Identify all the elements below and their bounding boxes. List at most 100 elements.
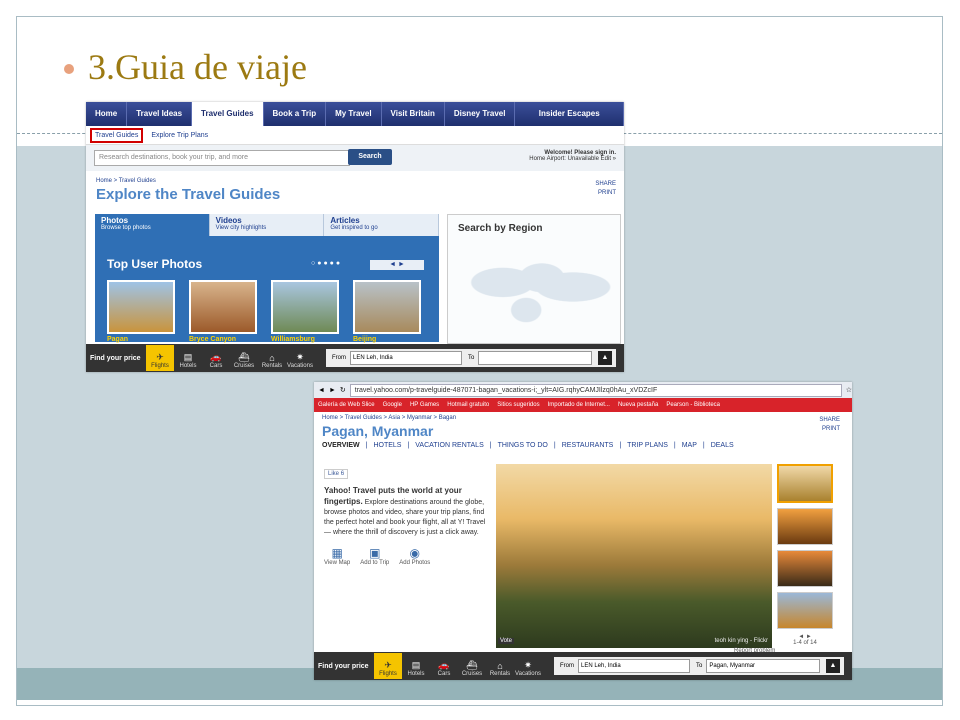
share-print: SHARE PRINT	[819, 416, 840, 434]
tab-overview[interactable]: OVERVIEW	[322, 442, 360, 449]
share-link[interactable]: SHARE	[595, 180, 616, 189]
cruises-tab[interactable]: ⛴ Cruises	[230, 345, 258, 371]
add-photos-button[interactable]: ◉ Add Photos	[399, 546, 430, 566]
expand-arrow-icon[interactable]: ▲	[598, 351, 612, 365]
bookmark[interactable]: Sitios sugeridos	[497, 402, 539, 408]
share-link[interactable]: SHARE	[819, 416, 840, 425]
world-map[interactable]	[456, 241, 612, 333]
tab-videos-title: Videos	[215, 216, 242, 225]
search-input[interactable]: Research destinations, book your trip, a…	[94, 150, 350, 166]
photo-caption[interactable]: Beijing	[353, 336, 421, 343]
tab-articles[interactable]: Articles Get inspired to go	[324, 214, 440, 236]
tab-articles-sub: Get inspired to go	[330, 225, 378, 231]
reload-icon[interactable]: ↻	[340, 386, 346, 394]
address-bar[interactable]: travel.yahoo.com/p-travelguide-487071-ba…	[349, 383, 842, 397]
bookmark-star-icon[interactable]: ☆	[846, 386, 852, 394]
ship-icon: ⛴	[466, 660, 478, 670]
nav-visit-britain[interactable]: Visit Britain	[382, 102, 445, 126]
to-input[interactable]	[478, 351, 593, 365]
hotels-tab[interactable]: ▤ Hotels	[402, 653, 430, 679]
expand-arrow-icon[interactable]: ▲	[826, 659, 840, 673]
camera-icon: ◉	[409, 546, 421, 560]
photo-thumb[interactable]: Bryce Canyon	[189, 280, 257, 343]
vacations-tab[interactable]: ✷ Vacations	[514, 653, 542, 679]
add-photos-label: Add Photos	[399, 560, 431, 566]
photo-thumb[interactable]: Beijing	[353, 280, 421, 343]
plane-icon: ✈	[384, 660, 392, 670]
nav-disney-travel[interactable]: Disney Travel	[445, 102, 516, 126]
bookmark[interactable]: Pearson - Biblioteca	[666, 402, 720, 408]
cruises-tab[interactable]: ⛴ Cruises	[458, 653, 486, 679]
sub-nav: Travel Guides Explore Trip Plans	[86, 126, 624, 145]
strip-thumb[interactable]	[777, 464, 833, 503]
tab-restaurants[interactable]: RESTAURANTS	[562, 442, 614, 449]
cars-tab[interactable]: 🚗 Cars	[430, 653, 458, 679]
photo-image	[271, 280, 339, 334]
tab-map[interactable]: MAP	[682, 442, 697, 449]
nav-book-a-trip[interactable]: Book a Trip	[264, 102, 327, 126]
subnav-travel-guides[interactable]: Travel Guides	[90, 127, 144, 143]
main-photo[interactable]: Vote teoh kin ying - Flickr	[496, 464, 772, 648]
nav-travel-ideas[interactable]: Travel Ideas	[127, 102, 193, 126]
bookmark[interactable]: Importado de Internet...	[548, 402, 610, 408]
flights-tab[interactable]: ✈ Flights	[146, 345, 174, 371]
tab-vacation-rentals[interactable]: VACATION RENTALS	[415, 442, 483, 449]
to-label: To	[468, 355, 475, 361]
forward-icon[interactable]: ►	[329, 387, 336, 394]
tab-trip-plans[interactable]: TRIP PLANS	[627, 442, 668, 449]
photo-credit[interactable]: teoh kin ying - Flickr	[715, 638, 768, 644]
from-input[interactable]: LEN Leh, India	[350, 351, 462, 365]
photo-caption[interactable]: Pagan	[107, 336, 175, 343]
photo-thumb[interactable]: Williamsburg	[271, 280, 339, 343]
photo-thumb[interactable]: Pagan	[107, 280, 175, 343]
photo-caption[interactable]: Bryce Canyon	[189, 336, 257, 343]
rentals-tab[interactable]: ⌂ Rentals	[258, 345, 286, 371]
breadcrumb[interactable]: Home > Travel Guides	[96, 178, 156, 184]
photo-strip: ◄ ► 1-4 of 14	[777, 464, 833, 646]
tab-deals[interactable]: DEALS	[711, 442, 734, 449]
from-label: From	[560, 663, 574, 669]
strip-thumb[interactable]	[777, 550, 833, 587]
screenshot-pagan-guide: ◄ ► ↻ travel.yahoo.com/p-travelguide-487…	[314, 382, 852, 680]
hotel-icon: ▤	[183, 352, 193, 362]
photo-caption[interactable]: Williamsburg	[271, 336, 339, 343]
bookmark[interactable]: Galería de Web Slice	[318, 402, 375, 408]
print-link[interactable]: PRINT	[819, 425, 840, 434]
tab-things-to-do[interactable]: THINGS TO DO	[498, 442, 548, 449]
strip-thumb[interactable]	[777, 508, 833, 545]
flights-tab[interactable]: ✈ Flights	[374, 653, 402, 679]
nav-insider-escapes[interactable]: Insider Escapes	[515, 102, 624, 126]
nav-home[interactable]: Home	[86, 102, 128, 126]
search-button[interactable]: Search	[348, 149, 392, 165]
tab-hotels[interactable]: HOTELS	[373, 442, 401, 449]
rentals-tab[interactable]: ⌂ Rentals	[486, 653, 514, 679]
vote-label[interactable]: Vote	[498, 638, 515, 644]
carousel-arrows[interactable]: ◄ ►	[370, 260, 424, 270]
carousel-dots[interactable]: ○●●●●	[311, 260, 342, 267]
bookmark[interactable]: Nueva pestaña	[618, 402, 658, 408]
rentals-label: Rentals	[489, 671, 511, 677]
bookmark[interactable]: HP Games	[410, 402, 439, 408]
add-to-trip-button[interactable]: ▣ Add to Trip	[360, 546, 389, 566]
tab-videos[interactable]: Videos View city highlights	[209, 214, 325, 236]
strip-thumb[interactable]	[777, 592, 833, 629]
house-icon: ⌂	[497, 661, 503, 671]
bookmark[interactable]: Hotmail gratuito	[447, 402, 489, 408]
tab-photos[interactable]: Photos Browse top photos	[95, 214, 210, 236]
from-input[interactable]: LEN Leh, India	[578, 659, 690, 673]
bookmark[interactable]: Google	[383, 402, 402, 408]
nav-travel-guides[interactable]: Travel Guides	[192, 102, 264, 126]
like-button[interactable]: Like 6	[324, 469, 349, 479]
from-label: From	[332, 355, 346, 361]
back-icon[interactable]: ◄	[318, 387, 325, 394]
breadcrumb[interactable]: Home > Travel Guides > Asia > Myanmar > …	[322, 415, 456, 421]
cars-tab[interactable]: 🚗 Cars	[202, 345, 230, 371]
guide-tabs: OVERVIEW | HOTELS | VACATION RENTALS | THIN…	[322, 442, 734, 449]
subnav-explore-trip-plans[interactable]: Explore Trip Plans	[151, 132, 208, 139]
view-map-button[interactable]: ▦ View Map	[324, 546, 350, 566]
nav-my-travel[interactable]: My Travel	[326, 102, 382, 126]
print-link[interactable]: PRINT	[595, 189, 616, 198]
vacations-tab[interactable]: ✷ Vacations	[286, 345, 314, 371]
hotels-tab[interactable]: ▤ Hotels	[174, 345, 202, 371]
to-input[interactable]: Pagan, Myanmar	[706, 659, 821, 673]
